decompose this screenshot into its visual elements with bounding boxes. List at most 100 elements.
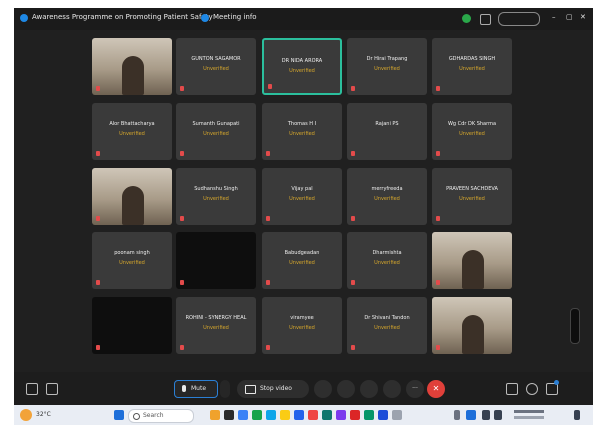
participant-tile[interactable]: Dr Shivani Tandon Unverified (347, 297, 427, 354)
system-tray-icon[interactable] (454, 410, 460, 420)
participant-video-tile[interactable] (92, 168, 172, 225)
muted-microphone-icon (180, 280, 184, 285)
windows-start-icon[interactable] (114, 410, 124, 420)
verification-status: Unverified (289, 260, 315, 266)
meeting-title: Awareness Programme on Promoting Patient… (32, 13, 213, 21)
participant-tile[interactable] (176, 232, 256, 289)
person-silhouette (462, 315, 484, 354)
taskbar-app-icon[interactable] (238, 410, 248, 420)
participant-tile[interactable]: Rajani PS (347, 103, 427, 160)
participant-tile[interactable]: Dharmishta Unverified (347, 232, 427, 289)
grid-icon[interactable] (480, 14, 491, 25)
record-button[interactable] (337, 380, 355, 398)
clock-date[interactable] (514, 416, 544, 419)
taskbar-app-icon[interactable] (224, 410, 234, 420)
people-icon[interactable] (526, 383, 538, 395)
participant-tile[interactable]: DR NIDA ARORA Unverified (262, 38, 342, 95)
meeting-info-button[interactable]: Meeting info (213, 13, 257, 21)
captions-icon[interactable] (26, 383, 38, 395)
muted-microphone-icon (351, 280, 355, 285)
participant-tile[interactable]: ROHINI - SYNERGY HEAL Unverified (176, 297, 256, 354)
verification-status: Unverified (203, 131, 229, 137)
participant-tile[interactable]: Alor Bhattacharya Unverified (92, 103, 172, 160)
verification-status: Unverified (289, 131, 315, 137)
verification-status: Unverified (374, 66, 400, 72)
verification-status: Unverified (203, 66, 229, 72)
stop-video-button[interactable]: Stop video (237, 380, 309, 398)
participant-tile[interactable]: Thomas H I Unverified (262, 103, 342, 160)
volume-icon[interactable] (494, 410, 502, 420)
participant-video-tile[interactable] (432, 232, 512, 289)
participant-video-tile[interactable] (432, 297, 512, 354)
participant-tile[interactable]: Dr Hirai Trapang Unverified (347, 38, 427, 95)
search-icon (133, 413, 140, 420)
taskbar-app-icon[interactable] (308, 410, 318, 420)
muted-microphone-icon (266, 345, 270, 350)
participant-tile[interactable] (92, 297, 172, 354)
weather-label: 32°C (36, 411, 51, 418)
participant-tile[interactable]: poonam singh Unverified (92, 232, 172, 289)
share-button[interactable] (314, 380, 332, 398)
participant-tile[interactable]: PRAVEEN SACHDEVA Unverified (432, 168, 512, 225)
taskbar-app-icon[interactable] (378, 410, 388, 420)
participant-video-feed (92, 168, 172, 225)
participant-tile[interactable]: viramyee Unverified (262, 297, 342, 354)
participant-video-tile[interactable] (92, 38, 172, 95)
apps-icon[interactable] (506, 383, 518, 395)
reactions-icon[interactable] (46, 383, 58, 395)
participant-tile[interactable]: merryfreeda Unverified (347, 168, 427, 225)
scroll-handle[interactable] (570, 308, 580, 344)
layout-button[interactable] (498, 12, 540, 26)
maximize-button[interactable]: ▢ (566, 13, 573, 21)
participant-name: Wg Cdr DK Sharma (447, 121, 497, 127)
chat-button[interactable] (383, 380, 401, 398)
participant-tile[interactable]: Vijay pal Unverified (262, 168, 342, 225)
taskbar-app-icon[interactable] (364, 410, 374, 420)
muted-microphone-icon (351, 86, 355, 91)
taskbar-app-icon[interactable] (350, 410, 360, 420)
taskbar-search-box[interactable]: Search (128, 409, 194, 423)
participant-tile[interactable]: GDHARDAS SINGH Unverified (432, 38, 512, 95)
participant-tile[interactable]: Babudgeadan Unverified (262, 232, 342, 289)
muted-microphone-icon (180, 151, 184, 156)
leave-meeting-button[interactable]: ✕ (427, 380, 445, 398)
participant-tile[interactable]: Sumanth Gunapati Unverified (176, 103, 256, 160)
notifications-icon[interactable] (574, 410, 580, 420)
muted-microphone-icon (180, 345, 184, 350)
weather-icon[interactable] (20, 409, 32, 421)
wifi-icon[interactable] (482, 410, 490, 420)
taskbar-app-icon[interactable] (336, 410, 346, 420)
taskbar-app-icon[interactable] (252, 410, 262, 420)
mute-options-chevron-icon[interactable] (220, 380, 230, 398)
participant-tile[interactable]: GUNTON SAGAMOR Unverified (176, 38, 256, 95)
taskbar-app-icon[interactable] (266, 410, 276, 420)
participant-name: Dr Hirai Trapang (366, 56, 408, 62)
participant-tile[interactable]: Wg Cdr DK Sharma Unverified (432, 103, 512, 160)
notification-dot (554, 380, 559, 385)
close-button[interactable]: ✕ (580, 13, 586, 21)
search-label: Search (143, 412, 164, 419)
taskbar-app-icon[interactable] (280, 410, 290, 420)
muted-microphone-icon (96, 345, 100, 350)
clock-time[interactable] (514, 410, 544, 413)
info-icon[interactable] (201, 14, 209, 22)
verification-status: Unverified (119, 131, 145, 137)
taskbar-app-icon[interactable] (294, 410, 304, 420)
participant-name: poonam singh (114, 250, 150, 256)
participants-button[interactable] (360, 380, 378, 398)
more-options-button[interactable]: ··· (406, 380, 424, 398)
minimize-button[interactable]: – (552, 13, 556, 21)
participant-tile[interactable]: Sudhanshu Singh Unverified (176, 168, 256, 225)
verification-status: Unverified (289, 196, 315, 202)
taskbar-app-icon[interactable] (322, 410, 332, 420)
microphone-icon (182, 385, 186, 392)
muted-microphone-icon (266, 216, 270, 221)
taskbar-app-icon[interactable] (210, 410, 220, 420)
mute-button[interactable]: Mute (174, 380, 218, 398)
muted-microphone-icon (96, 86, 100, 91)
stop-video-label: Stop video (260, 385, 292, 392)
webex-logo-icon (20, 14, 28, 22)
system-tray-icon[interactable] (466, 410, 476, 420)
taskbar-app-icon[interactable] (392, 410, 402, 420)
muted-microphone-icon (436, 345, 440, 350)
